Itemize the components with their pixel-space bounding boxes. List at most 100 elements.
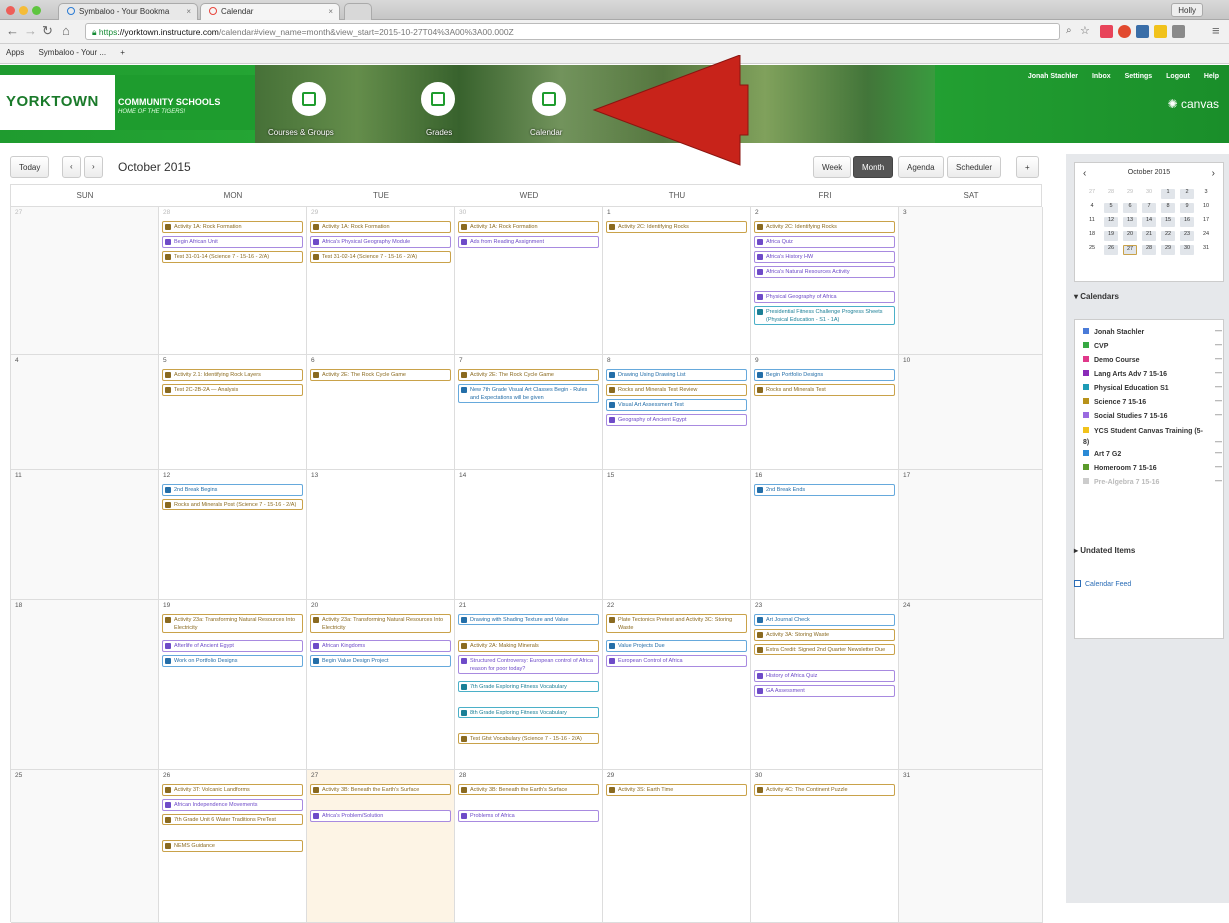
inbox-link[interactable]: Inbox xyxy=(1092,73,1111,80)
calendar-event[interactable]: Drawing Using Drawing List xyxy=(606,369,747,381)
day-number[interactable]: 6 xyxy=(311,357,315,364)
day-number[interactable]: 29 xyxy=(311,209,318,216)
calendar-options-icon[interactable]: — xyxy=(1215,398,1222,405)
mini-calendar-day[interactable]: 12 xyxy=(1104,217,1118,227)
extension-icon[interactable] xyxy=(1154,25,1167,38)
day-number[interactable]: 13 xyxy=(311,472,318,479)
calendar-event[interactable]: Physical Geography of Africa xyxy=(754,291,895,303)
minimize-window-icon[interactable] xyxy=(19,6,28,15)
chrome-menu-icon[interactable]: ≡ xyxy=(1212,24,1220,38)
mini-calendar-day[interactable]: 14 xyxy=(1142,217,1156,227)
calendar-event[interactable]: Test 31-01-14 (Science 7 - 15-16 - 2/A) xyxy=(162,251,303,263)
forward-icon[interactable]: → xyxy=(24,24,37,38)
day-number[interactable]: 27 xyxy=(15,209,22,216)
back-icon[interactable]: ← xyxy=(6,24,19,38)
mini-calendar-day[interactable]: 24 xyxy=(1199,231,1213,241)
day-number[interactable]: 3 xyxy=(903,209,907,216)
mini-calendar-day[interactable]: 3 xyxy=(1199,189,1213,199)
calendar-options-icon[interactable]: — xyxy=(1215,342,1222,349)
mini-calendar-day[interactable]: 5 xyxy=(1104,203,1118,213)
day-cell[interactable]: 27 Activity 3B: Beneath the Earth's Surfa… xyxy=(307,770,455,922)
close-window-icon[interactable] xyxy=(6,6,15,15)
mini-calendar-day[interactable]: 10 xyxy=(1199,203,1213,213)
day-cell[interactable]: 5 Activity 2.1: Identifying Rock Layers Te… xyxy=(159,355,307,469)
day-number[interactable]: 22 xyxy=(607,602,614,609)
mini-calendar-day[interactable]: 4 xyxy=(1085,203,1099,213)
calendar-event[interactable]: Art Journal Check xyxy=(754,614,895,626)
extension-icon[interactable] xyxy=(1136,25,1149,38)
calendar-event[interactable]: Activity 3B: Beneath the Earth's Surface xyxy=(458,784,599,795)
calendar-event[interactable]: Afterlife of Ancient Egypt xyxy=(162,640,303,652)
mini-calendar-day[interactable]: 6 xyxy=(1123,203,1137,213)
close-tab-icon[interactable]: × xyxy=(328,7,333,16)
calendar-list-item[interactable]: Social Studies 7 15-16 — xyxy=(1083,412,1222,420)
extension-icon[interactable] xyxy=(1172,25,1185,38)
day-cell[interactable]: 25 xyxy=(11,770,159,922)
calendar-options-icon[interactable]: — xyxy=(1215,412,1222,419)
day-cell[interactable]: 6 Activity 2E: The Rock Cycle Game xyxy=(307,355,455,469)
view-scheduler-button[interactable]: Scheduler xyxy=(947,156,1002,178)
day-number[interactable]: 1 xyxy=(607,209,611,216)
calendar-color-swatch[interactable] xyxy=(1083,328,1089,334)
calendar-event[interactable]: Africa Quiz xyxy=(754,236,895,248)
adblock-extension-icon[interactable] xyxy=(1118,25,1131,38)
day-cell[interactable]: 23 Art Journal Check Activity 3A: Storing … xyxy=(751,600,899,769)
day-cell[interactable]: 20 Activity 23a: Transforming Natural Res… xyxy=(307,600,455,769)
day-number[interactable]: 23 xyxy=(755,602,762,609)
day-cell[interactable]: 8 Drawing Using Drawing List Rocks and Min… xyxy=(603,355,751,469)
mini-calendar-day[interactable]: 15 xyxy=(1161,217,1175,227)
calendar-event[interactable]: 2nd Break Ends xyxy=(754,484,895,496)
mini-calendar-day[interactable]: 30 xyxy=(1180,245,1194,255)
bookmark-star-icon[interactable]: ☆ xyxy=(1080,24,1090,38)
day-number[interactable]: 31 xyxy=(903,772,910,779)
calendar-event[interactable]: Ads from Reading Assignment xyxy=(458,236,599,248)
calendar-list-item[interactable]: Demo Course — xyxy=(1083,356,1222,364)
day-number[interactable]: 20 xyxy=(311,602,318,609)
calendar-event[interactable]: Begin Value Design Project xyxy=(310,655,451,667)
day-cell[interactable]: 31 xyxy=(899,770,1043,922)
profile-button[interactable]: Holly xyxy=(1171,3,1203,17)
calendar-color-swatch[interactable] xyxy=(1083,356,1089,362)
day-number[interactable]: 29 xyxy=(607,772,614,779)
day-cell[interactable]: 12 2nd Break Begins Rocks and Minerals Pos… xyxy=(159,470,307,599)
address-bar[interactable]: 🔒︎ https://yorktown.instructure.com/cale… xyxy=(85,23,1060,40)
mini-calendar-day[interactable]: 18 xyxy=(1085,231,1099,241)
day-cell[interactable]: 14 xyxy=(455,470,603,599)
calendar-options-icon[interactable]: — xyxy=(1215,437,1222,448)
calendar-event[interactable]: Test 31-02-14 (Science 7 - 15-16 - 2/A) xyxy=(310,251,451,263)
calendar-event[interactable]: Activity 4C: The Continent Puzzle xyxy=(754,784,895,796)
calendar-event[interactable]: GA Assessment xyxy=(754,685,895,697)
mini-calendar-day[interactable]: 13 xyxy=(1123,217,1137,227)
day-cell[interactable]: 1 Activity 2C: Identifying Rocks xyxy=(603,207,751,354)
nav-calendar-button[interactable] xyxy=(532,82,566,116)
calendar-feed-link[interactable]: Calendar Feed xyxy=(1074,580,1131,588)
nav-calendar-label[interactable]: Calendar xyxy=(530,128,562,137)
today-button[interactable]: Today xyxy=(10,156,50,178)
day-number[interactable]: 9 xyxy=(755,357,759,364)
reload-icon[interactable]: ↻ xyxy=(42,24,53,38)
mini-calendar-day[interactable]: 9 xyxy=(1180,203,1194,213)
calendar-color-swatch[interactable] xyxy=(1083,478,1089,484)
calendar-event[interactable]: Rocks and Minerals Post (Science 7 - 15-… xyxy=(162,499,303,510)
calendar-options-icon[interactable]: — xyxy=(1215,328,1222,335)
calendar-event[interactable]: Value Projects Due xyxy=(606,640,747,652)
mini-calendar-day[interactable]: 25 xyxy=(1085,245,1099,255)
mini-calendar-day[interactable]: 2 xyxy=(1180,189,1194,199)
calendar-event[interactable]: 2nd Break Begins xyxy=(162,484,303,496)
mini-calendar-day[interactable]: 23 xyxy=(1180,231,1194,241)
calendar-options-icon[interactable]: — xyxy=(1215,450,1222,457)
calendar-event[interactable]: Work on Portfolio Designs xyxy=(162,655,303,667)
day-number[interactable]: 17 xyxy=(903,472,910,479)
mini-next-icon[interactable]: › xyxy=(1212,168,1215,179)
day-cell[interactable]: 7 Activity 2E: The Rock Cycle Game New 7th… xyxy=(455,355,603,469)
day-cell[interactable]: 11 xyxy=(11,470,159,599)
calendar-event[interactable]: Africa's Problem/Solution xyxy=(310,810,451,822)
calendar-color-swatch[interactable] xyxy=(1083,398,1089,404)
mini-calendar-day[interactable]: 28 xyxy=(1104,189,1118,199)
calendar-event[interactable]: Activity 3A: Storing Waste xyxy=(754,629,895,641)
day-cell[interactable]: 15 xyxy=(603,470,751,599)
calendar-event[interactable]: Activity 23a: Transforming Natural Resou… xyxy=(162,614,303,633)
mini-calendar-day[interactable]: 8 xyxy=(1161,203,1175,213)
day-number[interactable]: 10 xyxy=(903,357,910,364)
calendar-list-item[interactable]: Pre-Algebra 7 15-16 — xyxy=(1083,478,1222,486)
